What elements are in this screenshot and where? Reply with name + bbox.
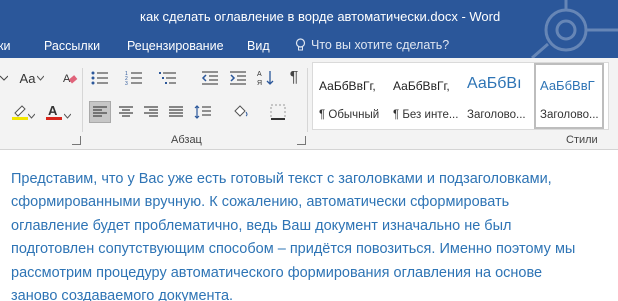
borders-button[interactable] <box>268 102 288 122</box>
numbered-list-icon: 1 2 3 <box>125 71 142 86</box>
paragraph-line: оглавление будет проблематично, ведь Ваш… <box>11 217 512 234</box>
chevron-down-icon <box>27 113 35 119</box>
window-title: как сделать оглавление в ворде автоматич… <box>140 9 501 24</box>
chevron-down-icon <box>63 113 71 119</box>
align-right-icon <box>144 106 158 117</box>
justify-icon <box>169 106 183 117</box>
sort-icon: A Я <box>257 71 274 87</box>
paint-bucket-icon <box>234 105 248 117</box>
multilevel-list-icon <box>159 72 176 84</box>
paragraph-dialog-launcher[interactable] <box>297 136 306 145</box>
bullet-list-icon <box>91 71 108 85</box>
clear-formatting-button[interactable]: A <box>60 68 80 88</box>
tab-references-partial[interactable]: ки <box>0 39 10 53</box>
sort-button[interactable]: A Я <box>256 68 276 88</box>
document-canvas[interactable]: Представим, что у Вас уже есть готовый т… <box>0 150 618 301</box>
tell-me-placeholder: Что вы хотите сделать? <box>311 38 450 52</box>
shading-button[interactable] <box>231 102 251 122</box>
increase-indent-button[interactable] <box>228 68 248 88</box>
svg-text:Я: Я <box>257 80 262 87</box>
align-left-icon <box>93 106 107 117</box>
style-heading-2-name: Заголово... <box>540 109 599 121</box>
multilevel-list-button[interactable] <box>158 68 178 88</box>
chevron-down-icon <box>37 75 45 81</box>
style-heading-1-name: Заголово... <box>467 109 526 121</box>
paragraph-line: сформированными вручную. К сожалению, ав… <box>11 194 510 211</box>
bullets-button[interactable] <box>90 68 110 88</box>
tab-mailings[interactable]: Рассылки <box>44 39 100 53</box>
highlight-dropdown[interactable] <box>27 106 35 126</box>
style-heading-1[interactable]: АаБбВı Заголово... <box>461 63 531 129</box>
svg-text:A: A <box>257 71 262 78</box>
style-heading-2-preview: АаБбВвГ <box>540 78 595 93</box>
align-center-icon <box>119 106 133 117</box>
numbering-button[interactable]: 1 2 3 <box>124 68 144 88</box>
decrease-indent-icon <box>201 71 218 85</box>
line-spacing-button[interactable] <box>193 102 213 122</box>
show-formatting-button[interactable]: ¶ <box>284 68 304 88</box>
style-no-spacing-name: ¶ Без инте... <box>393 109 459 121</box>
lightbulb-icon <box>295 38 306 51</box>
tab-review[interactable]: Рецензирование <box>127 39 224 53</box>
styles-group-label: Стили <box>566 134 598 146</box>
font-dialog-launcher[interactable] <box>72 136 81 145</box>
paragraph-group-label: Абзац <box>171 134 202 146</box>
title-bar-decoration <box>531 0 618 58</box>
pilcrow-icon: ¶ <box>289 69 299 86</box>
style-no-spacing[interactable]: АаБбВвГг, ¶ Без инте... <box>387 63 459 129</box>
increase-indent-icon <box>230 71 246 85</box>
style-no-spacing-preview: АаБбВвГг, <box>393 79 450 93</box>
change-case-label: Aa <box>19 70 36 86</box>
justify-button[interactable] <box>166 102 186 122</box>
font-color-dropdown[interactable] <box>63 106 71 126</box>
font-color-button[interactable]: A <box>44 102 64 122</box>
group-separator <box>82 68 83 132</box>
line-spacing-icon <box>194 105 211 119</box>
style-normal-name: ¶ Обычный <box>319 109 380 121</box>
paragraph-line: рассмотрим процедуру автоматического фор… <box>11 264 543 281</box>
paragraph-line: подготовлен сопутствующим способом – при… <box>11 241 576 258</box>
style-normal[interactable]: АаБбВвГг, ¶ Обычный <box>313 63 385 129</box>
body-paragraph[interactable]: Представим, что у Вас уже есть готовый т… <box>11 168 618 301</box>
font-size-arrow-icon[interactable] <box>0 68 8 88</box>
font-color-icon: A <box>46 103 62 120</box>
change-case-button[interactable]: Aa <box>18 68 46 88</box>
paragraph-line: заново создаваемого документа. <box>11 288 234 301</box>
svg-text:3: 3 <box>125 81 128 86</box>
style-heading-2[interactable]: АаБбВвГ Заголово... <box>534 63 604 129</box>
styles-gallery: АаБбВвГг, ¶ Обычный АаБбВвГг, ¶ Без инте… <box>312 62 609 130</box>
style-heading-1-preview: АаБбВı <box>467 75 522 92</box>
paragraph-line: Представим, что у Вас уже есть готовый т… <box>11 171 552 187</box>
tell-me-search[interactable]: Что вы хотите сделать? <box>295 38 449 52</box>
svg-text:A: A <box>48 103 58 118</box>
align-right-button[interactable] <box>141 102 161 122</box>
ribbon: Aa A A 1 2 3 A Я ¶ Абзац АаБбВвГг, ¶ Обы… <box>0 58 618 150</box>
align-left-button[interactable] <box>89 101 111 123</box>
group-separator <box>307 68 308 132</box>
tab-view[interactable]: Вид <box>247 39 270 53</box>
style-normal-preview: АаБбВвГг, <box>319 79 376 93</box>
align-center-button[interactable] <box>116 102 136 122</box>
decrease-indent-button[interactable] <box>200 68 220 88</box>
eraser-icon: A <box>63 73 78 85</box>
borders-icon <box>270 104 286 120</box>
